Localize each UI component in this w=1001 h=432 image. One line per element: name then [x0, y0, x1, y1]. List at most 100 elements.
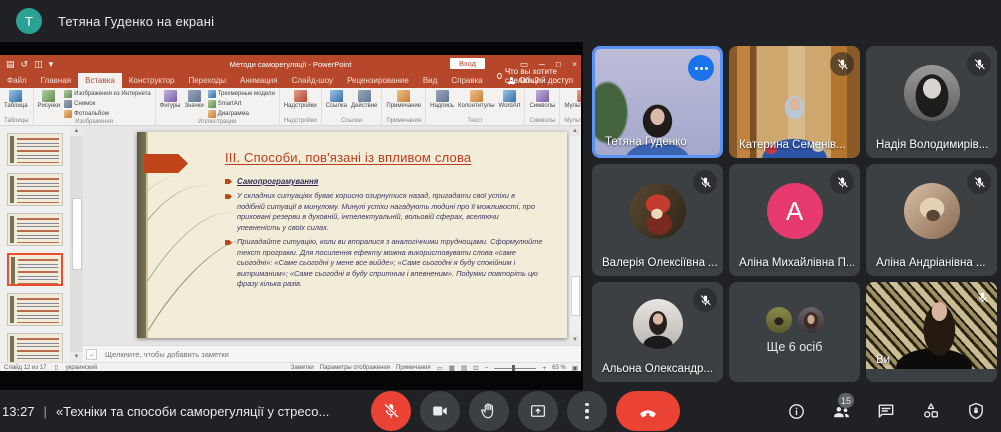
thumbnails-scrollbar[interactable]: ▲ ▼: [70, 126, 83, 362]
language-indicator[interactable]: украинский: [66, 365, 97, 371]
tab-design[interactable]: Конструктор: [122, 73, 182, 88]
ribbon-tabs: Файл Главная Вставка Конструктор Переход…: [0, 67, 581, 88]
tab-help[interactable]: Справка: [444, 73, 489, 88]
share-access-label: Общий доступ: [519, 76, 573, 85]
meeting-details-button[interactable]: [785, 400, 807, 422]
host-controls-button[interactable]: [965, 400, 987, 422]
tab-review[interactable]: Рецензирование: [340, 73, 416, 88]
icons-button[interactable]: Значки: [184, 90, 204, 110]
participant-avatar: [629, 183, 686, 240]
addins-button[interactable]: Надстройки: [284, 90, 317, 110]
online-pictures-button[interactable]: Изображения из Интернета: [64, 90, 151, 98]
slide-scrollbar[interactable]: ▲ ▼: [569, 126, 581, 345]
ribbon-group-illustrations: Фигуры Значки Трехмерные модели SmartArt…: [156, 88, 280, 125]
display-options-button[interactable]: Параметры отображения: [320, 365, 390, 371]
link-button[interactable]: Ссылка: [326, 90, 347, 110]
notes-toggle-button[interactable]: Заметки: [291, 365, 314, 371]
chat-button[interactable]: [875, 400, 897, 422]
slideshow-view-icon[interactable]: ⊡: [473, 364, 478, 372]
participant-name: Надія Володимирів...: [876, 139, 989, 151]
scroll-up-icon[interactable]: ▲: [70, 126, 83, 136]
scrollbar-thumb[interactable]: [570, 276, 580, 316]
current-slide[interactable]: III. Способи, пов'язані із впливом слова…: [137, 132, 567, 338]
photo-album-button[interactable]: Фотоальбом: [64, 110, 151, 118]
zoom-level[interactable]: 63 %: [552, 365, 566, 371]
slide-thumbnail-current[interactable]: [7, 253, 63, 286]
ribbon-group-links: Ссылка Действие Ссылки: [322, 88, 383, 125]
overflow-tile[interactable]: Ще 6 осіб: [729, 282, 860, 382]
addins-icon: [293, 90, 307, 102]
scroll-down-icon[interactable]: ▼: [570, 335, 580, 345]
comment-icon: [397, 90, 411, 102]
symbols-button[interactable]: Символы: [529, 90, 555, 110]
camera-toggle-button[interactable]: [420, 391, 460, 431]
header-footer-button[interactable]: Колонтитулы: [458, 90, 495, 110]
tab-transitions[interactable]: Переходы: [181, 73, 233, 88]
notes-area[interactable]: ⌄ Щелкните, чтобы добавить заметки: [83, 345, 581, 362]
end-call-button[interactable]: [616, 391, 680, 431]
google-meet-window: Т Тетяна Гуденко на екрані ▤ ↺ ◫ ▾ Метод…: [0, 0, 1001, 432]
clock: 13:27: [2, 403, 35, 419]
wordart-button[interactable]: WordArt: [499, 90, 520, 110]
ribbon-group-symbols: Символы Символы: [525, 88, 561, 125]
slide-thumbnail[interactable]: [7, 333, 63, 362]
text-box-button[interactable]: Надпись: [430, 90, 454, 110]
activities-button[interactable]: [920, 400, 942, 422]
participant-tile[interactable]: Надія Володимирів...: [866, 46, 997, 158]
tab-file[interactable]: Файл: [0, 73, 34, 88]
shared-screen: ▤ ↺ ◫ ▾ Методи саморегуляції - PowerPoin…: [0, 42, 583, 390]
comments-toggle-button[interactable]: Примечания: [396, 365, 431, 371]
mic-toggle-button[interactable]: [371, 391, 411, 431]
zoom-slider-thumb[interactable]: [512, 365, 515, 371]
participant-name: Валерія Олексіївна ...: [602, 257, 717, 269]
tile-more-options-button[interactable]: [688, 55, 714, 81]
smartart-button[interactable]: SmartArt: [207, 100, 275, 108]
slide-thumbnail[interactable]: [7, 213, 63, 246]
slide-thumbnail[interactable]: [7, 133, 63, 166]
insert-table-button[interactable]: Таблица: [4, 90, 28, 110]
zoom-in-icon[interactable]: +: [542, 365, 546, 372]
tab-insert[interactable]: Вставка: [78, 73, 122, 88]
zoom-slider[interactable]: [494, 365, 537, 371]
tab-home[interactable]: Главная: [34, 73, 78, 88]
notes-placeholder: Щелкните, чтобы добавить заметки: [105, 350, 229, 359]
scroll-up-icon[interactable]: ▲: [570, 126, 580, 136]
more-options-button[interactable]: [567, 391, 607, 431]
sign-in-button[interactable]: Вход: [450, 58, 485, 69]
present-screen-button[interactable]: [518, 391, 558, 431]
chart-button[interactable]: Диаграмма: [207, 110, 275, 118]
participant-tile[interactable]: Катерина Семенів...: [729, 46, 860, 158]
slide-thumbnail[interactable]: [7, 173, 63, 206]
tab-animations[interactable]: Анимация: [233, 73, 285, 88]
participant-tile[interactable]: Валерія Олексіївна ...: [592, 164, 723, 276]
insert-pictures-button[interactable]: Рисунки: [38, 90, 60, 110]
action-button[interactable]: Действие: [351, 90, 377, 110]
mic-muted-icon: [693, 170, 717, 194]
scrollbar-thumb[interactable]: [71, 198, 82, 270]
self-view-tile[interactable]: Ви: [866, 282, 997, 382]
raise-hand-button[interactable]: [469, 391, 509, 431]
share-access-button[interactable]: Общий доступ: [508, 76, 573, 85]
tab-view[interactable]: Вид: [416, 73, 444, 88]
slide-sorter-icon[interactable]: ▦: [449, 364, 455, 372]
comment-button[interactable]: Примечание: [386, 90, 421, 110]
participant-tile[interactable]: Аліна Андріанівна ...: [866, 164, 997, 276]
meet-control-bar: 13:27 | «Техніки та способи саморегуляці…: [0, 390, 1001, 432]
shapes-button[interactable]: Фигуры: [160, 90, 180, 110]
tab-slideshow[interactable]: Слайд-шоу: [285, 73, 340, 88]
powerpoint-window: ▤ ↺ ◫ ▾ Методи саморегуляції - PowerPoin…: [0, 55, 581, 372]
screenshot-button[interactable]: Снимок: [64, 100, 151, 108]
participant-tile[interactable]: А Аліна Михайлівна П...: [729, 164, 860, 276]
normal-view-icon[interactable]: ▭: [437, 364, 443, 372]
media-button[interactable]: Мультимедиа: [564, 90, 581, 110]
participants-button[interactable]: 15: [830, 393, 855, 422]
reading-view-icon[interactable]: ▤: [461, 364, 467, 372]
scroll-down-icon[interactable]: ▼: [70, 352, 83, 362]
participant-tile[interactable]: Альона Олександр...: [592, 282, 723, 382]
slide-thumbnail[interactable]: [7, 293, 63, 326]
notes-collapse-icon[interactable]: ⌄: [86, 349, 97, 360]
fit-to-window-icon[interactable]: ▣: [572, 364, 578, 372]
3d-models-button[interactable]: Трехмерные модели: [207, 90, 275, 98]
participant-tile[interactable]: Тетяна Гуденко: [592, 46, 723, 158]
zoom-out-icon[interactable]: −: [485, 365, 489, 372]
